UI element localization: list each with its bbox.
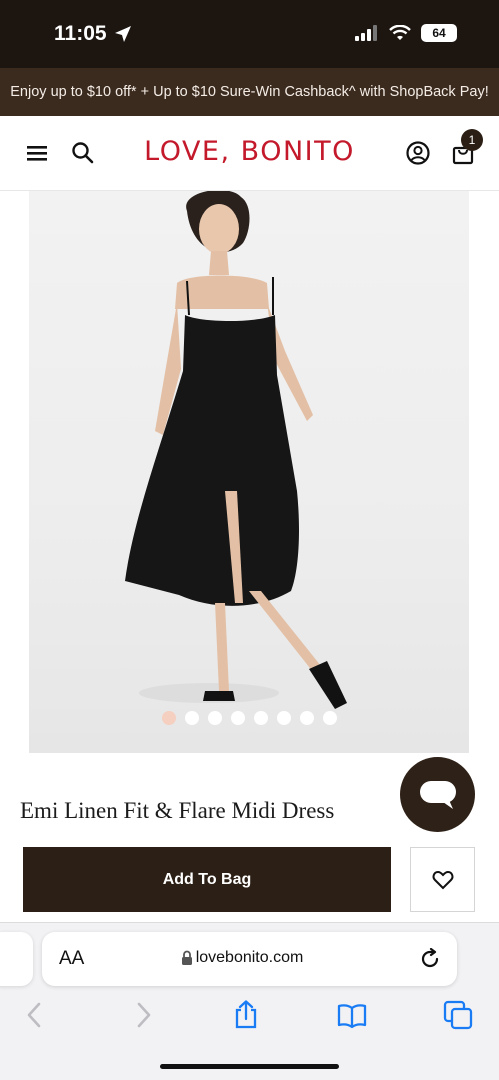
status-bar: 11:05 64 — [0, 0, 499, 68]
status-indicators: 64 — [355, 24, 457, 42]
carousel-dot[interactable] — [300, 711, 314, 725]
carousel-dot[interactable] — [323, 711, 337, 725]
previous-tab-preview[interactable] — [0, 932, 33, 986]
share-icon[interactable] — [231, 1000, 261, 1030]
carousel-dot[interactable] — [208, 711, 222, 725]
carousel-dots — [0, 711, 499, 725]
wishlist-button[interactable] — [410, 847, 475, 912]
promo-banner[interactable]: Enjoy up to $10 off* + Up to $10 Sure-Wi… — [0, 68, 499, 116]
url-text[interactable]: lovebonito.com — [42, 949, 457, 967]
product-photo — [125, 191, 347, 709]
carousel-dot[interactable] — [185, 711, 199, 725]
carousel-dot[interactable] — [277, 711, 291, 725]
account-icon[interactable] — [405, 140, 431, 166]
heart-icon — [432, 870, 454, 890]
wifi-icon — [389, 25, 411, 40]
reload-icon[interactable] — [419, 948, 441, 970]
chat-icon — [420, 781, 456, 809]
home-indicator — [160, 1064, 339, 1069]
location-arrow-icon — [115, 26, 131, 42]
product-title: Emi Linen Fit & Flare Midi Dress — [20, 798, 335, 823]
carousel-dot[interactable] — [162, 711, 176, 725]
address-bar[interactable]: AA lovebonito.com — [42, 932, 457, 986]
carousel-dot[interactable] — [254, 711, 268, 725]
tabs-icon[interactable] — [443, 1000, 473, 1030]
cart-count-badge: 1 — [461, 129, 483, 151]
back-icon[interactable] — [20, 1000, 50, 1030]
status-time: 11:05 — [54, 22, 107, 45]
forward-icon[interactable] — [128, 1000, 158, 1030]
carousel-dot[interactable] — [231, 711, 245, 725]
site-header: LOVE, BONITO — [0, 116, 499, 191]
product-image[interactable] — [29, 191, 469, 753]
add-to-bag-button[interactable]: Add To Bag — [23, 847, 391, 912]
chat-button[interactable] — [400, 757, 475, 832]
bookmarks-icon[interactable] — [337, 1000, 367, 1030]
battery-indicator: 64 — [421, 24, 457, 42]
signal-icon — [355, 25, 377, 41]
